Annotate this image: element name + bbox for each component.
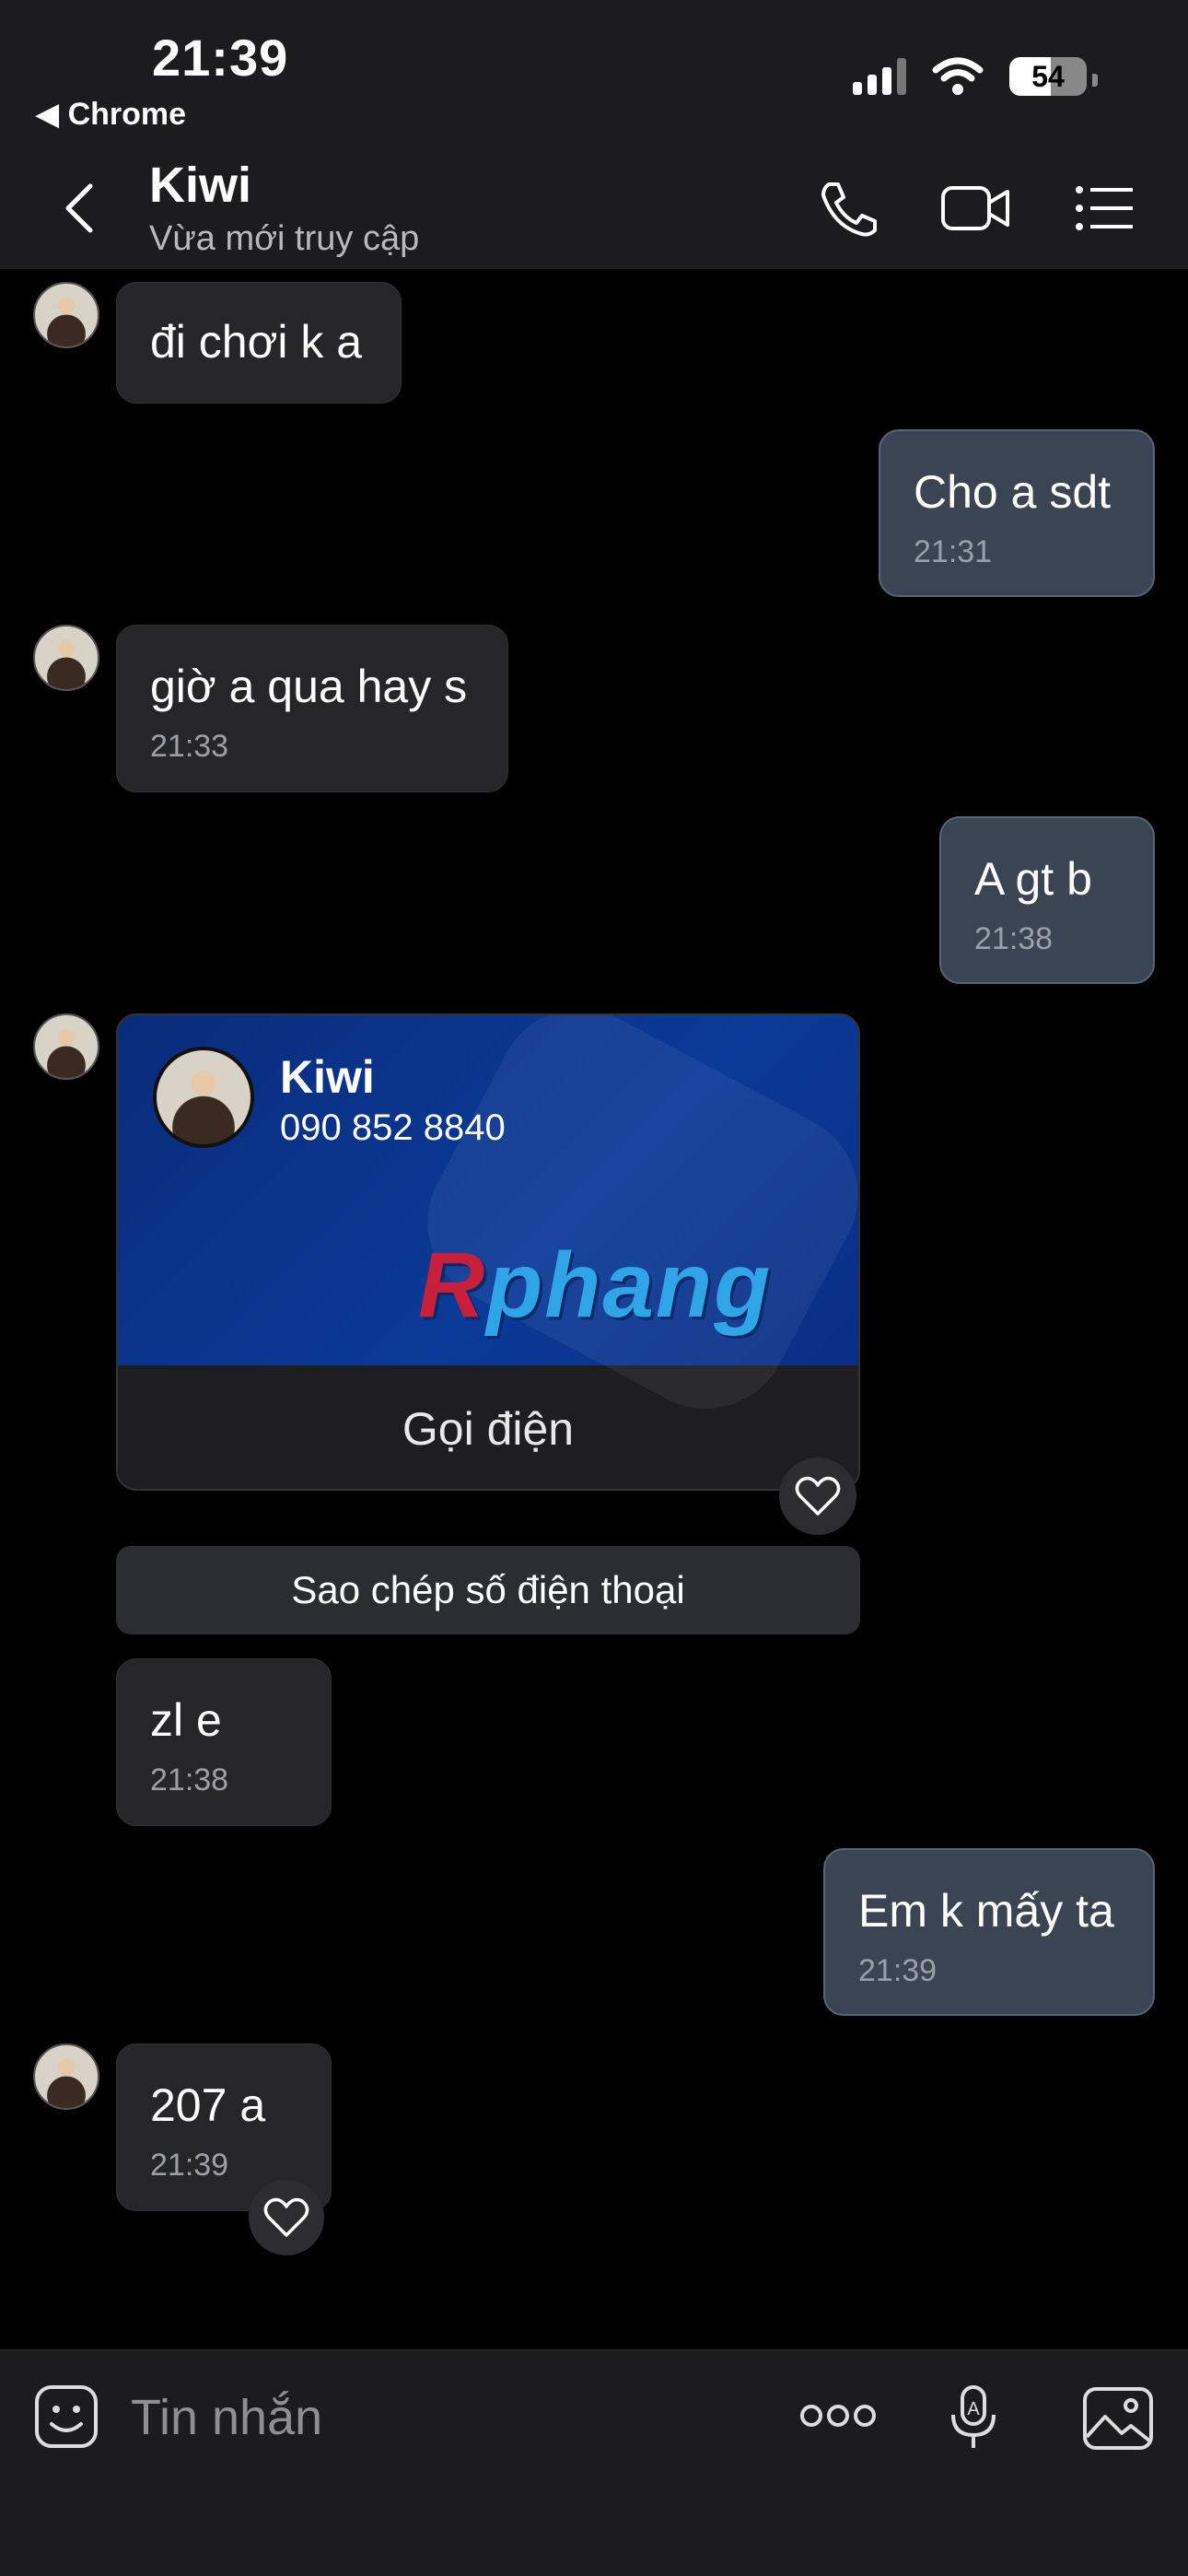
- message-text: A gt b: [974, 853, 1092, 905]
- message-input[interactable]: Tin nhắn: [131, 2389, 322, 2446]
- status-time: 21:39: [152, 29, 289, 87]
- svg-text:A: A: [967, 2399, 980, 2419]
- back-app-label: Chrome: [67, 97, 187, 132]
- message-bubble[interactable]: Em k mấy ta 21:39: [823, 1848, 1155, 2016]
- heart-icon[interactable]: [249, 2180, 324, 2255]
- contact-card-avatar: [153, 1047, 254, 1148]
- contact-card-banner: Kiwi 090 852 8840 Rphang: [118, 1015, 858, 1438]
- message-bubble[interactable]: Cho a sdt 21:31: [879, 429, 1155, 597]
- battery-icon: 54: [1009, 57, 1087, 96]
- back-to-app[interactable]: ◀ Chrome: [35, 96, 186, 133]
- message-bubble[interactable]: giờ a qua hay s 21:33: [116, 625, 508, 792]
- top-bar: 21:39 ◀ Chrome 54 Kiwi Vừa mới truy cập: [0, 0, 1188, 269]
- message-text: giờ a qua hay s: [150, 661, 468, 712]
- message-time: 21:39: [150, 2148, 229, 2183]
- contact-name[interactable]: Kiwi: [149, 157, 251, 214]
- message-text: đi chơi k a: [150, 316, 363, 368]
- chevron-left-icon[interactable]: [57, 181, 103, 236]
- contact-status: Vừa mới truy cập: [149, 219, 420, 258]
- message-bubble[interactable]: zl e 21:38: [116, 1658, 332, 1826]
- phone-icon[interactable]: [816, 179, 880, 238]
- message-time: 21:39: [858, 1953, 938, 1988]
- battery-level: 54: [1031, 60, 1065, 93]
- message-input-bar: Tin nhắn A: [0, 2349, 1188, 2576]
- message-text: Em k mấy ta: [858, 1885, 1114, 1937]
- avatar[interactable]: [33, 2043, 99, 2110]
- emoji-icon[interactable]: [33, 2383, 99, 2450]
- contact-card[interactable]: Kiwi 090 852 8840 Rphang Gọi điện: [116, 1013, 860, 1491]
- contact-card-phone: 090 852 8840: [280, 1107, 506, 1148]
- copy-phone-button[interactable]: Sao chép số điện thoại: [116, 1546, 860, 1634]
- video-icon[interactable]: [939, 179, 1013, 238]
- message-time: 21:38: [150, 1762, 229, 1797]
- battery-tip: [1092, 74, 1098, 87]
- message-time: 21:31: [914, 534, 993, 569]
- more-icon[interactable]: [799, 2402, 877, 2430]
- message-text: 207 a: [150, 2079, 266, 2131]
- mic-icon[interactable]: A: [947, 2383, 1000, 2453]
- avatar[interactable]: [33, 625, 99, 691]
- message-bubble[interactable]: A gt b 21:38: [939, 816, 1155, 984]
- status-icons: 54: [853, 57, 1087, 96]
- message-text: zl e: [150, 1694, 222, 1746]
- image-icon[interactable]: [1081, 2385, 1155, 2452]
- avatar[interactable]: [33, 1013, 99, 1080]
- watermark-logo: Rphang: [418, 1234, 773, 1337]
- message-text: Cho a sdt: [914, 466, 1112, 518]
- avatar[interactable]: [33, 282, 99, 348]
- list-icon[interactable]: [1074, 179, 1135, 238]
- wifi-icon: [932, 57, 984, 95]
- message-time: 21:33: [150, 729, 229, 764]
- signal-icon: [853, 58, 906, 95]
- message-bubble[interactable]: đi chơi k a: [116, 282, 402, 404]
- heart-icon[interactable]: [779, 1458, 856, 1535]
- message-time: 21:38: [974, 921, 1054, 956]
- contact-card-name: Kiwi: [280, 1051, 375, 1103]
